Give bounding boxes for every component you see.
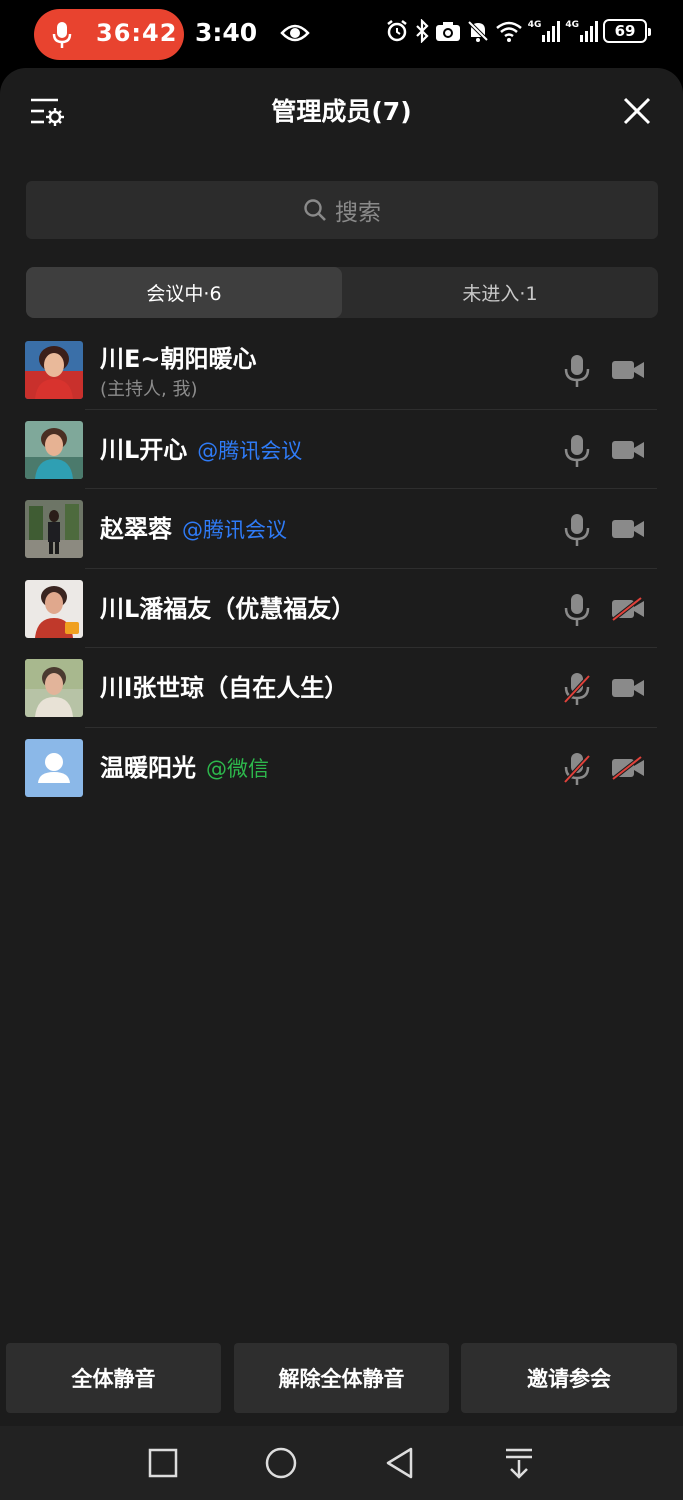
member-name: 川E~朝阳暖心 (100, 345, 257, 373)
wifi-icon (495, 21, 522, 42)
member-name: 川l张世琼（自在人生） (100, 674, 349, 702)
video-camera-icon[interactable] (611, 438, 645, 462)
mute-notification-icon (467, 20, 489, 42)
video-camera-off-icon[interactable] (611, 755, 645, 780)
member-list: 川E~朝阳暖心 (主持人, 我) 川L开心 @腾讯会议 赵翠蓉 @腾讯会议 川L… (0, 330, 683, 807)
system-icons: 4G 4G 69 (385, 19, 651, 43)
member-name: 温暖阳光 (100, 753, 196, 782)
member-management-sheet: 管理成员(7) 搜索 会议中·6 未进入·1 川E~朝阳暖心 (主持人, 我) … (0, 68, 683, 1500)
video-camera-icon[interactable] (611, 517, 645, 541)
search-icon (304, 199, 326, 221)
mute-all-button[interactable]: 全体静音 (6, 1343, 221, 1413)
close-icon[interactable] (620, 94, 654, 128)
member-row[interactable]: 川L潘福友（优慧福友） (0, 569, 683, 648)
status-bar: 36:42 3:40 4G 4G 69 (0, 0, 683, 68)
back-icon[interactable] (384, 1446, 416, 1480)
member-name-line: 川E~朝阳暖心 (100, 339, 257, 374)
avatar (25, 341, 83, 399)
member-name: 川L潘福友（优慧福友） (100, 594, 356, 623)
video-camera-icon[interactable] (611, 358, 645, 382)
recents-icon[interactable] (148, 1446, 178, 1480)
system-nav-bar (0, 1426, 683, 1500)
default-user-icon (25, 738, 83, 797)
microphone-muted-icon[interactable] (563, 752, 591, 786)
tab-not-joined[interactable]: 未进入·1 (342, 267, 658, 318)
microphone-icon (52, 22, 72, 48)
member-row[interactable]: 川l张世琼（自在人生） (0, 648, 683, 728)
member-source-tag: @微信 (206, 756, 269, 781)
call-timer: 36:42 (96, 19, 178, 47)
alarm-icon (386, 20, 407, 42)
microphone-icon[interactable] (563, 434, 591, 468)
search-input[interactable]: 搜索 (26, 181, 658, 239)
avatar (25, 420, 83, 479)
notification-shade-icon[interactable] (504, 1446, 534, 1480)
search-placeholder: 搜索 (335, 200, 381, 226)
eye-icon (280, 24, 310, 42)
member-role: (主持人, 我) (100, 379, 198, 400)
battery-indicator: 69 (603, 19, 651, 43)
avatar (25, 500, 83, 558)
member-row[interactable]: 赵翠蓉 @腾讯会议 (0, 489, 683, 569)
signal-icon (542, 21, 561, 42)
invite-button[interactable]: 邀请参会 (461, 1343, 677, 1413)
member-name: 川L开心 (100, 435, 188, 464)
member-row[interactable]: 川L开心 @腾讯会议 (0, 410, 683, 489)
video-camera-off-icon[interactable] (611, 596, 645, 621)
member-name-line: 川L开心 @腾讯会议 (100, 430, 302, 465)
signal-icon (580, 21, 598, 42)
microphone-icon[interactable] (563, 513, 591, 547)
member-source-tag: @腾讯会议 (197, 438, 303, 463)
microphone-icon[interactable] (563, 354, 591, 388)
member-name-line: 赵翠蓉 @腾讯会议 (100, 509, 287, 544)
member-name: 赵翠蓉 (100, 515, 172, 543)
avatar (25, 579, 83, 638)
microphone-icon[interactable] (563, 593, 591, 627)
bluetooth-icon (415, 19, 429, 43)
video-camera-icon[interactable] (611, 676, 645, 700)
recording-indicator[interactable]: 36:42 (34, 9, 184, 60)
member-row[interactable]: 川E~朝阳暖心 (主持人, 我) (0, 330, 683, 410)
action-bar: 全体静音 解除全体静音 邀请参会 (0, 1330, 683, 1426)
camera-icon (435, 22, 460, 41)
avatar (25, 659, 83, 717)
signal-2: 4G (565, 20, 598, 42)
microphone-muted-icon[interactable] (563, 672, 591, 706)
member-source-tag: @腾讯会议 (182, 518, 287, 542)
clock: 3:40 (195, 18, 258, 47)
member-name-line: 温暖阳光 @微信 (100, 748, 269, 783)
sheet-header: 管理成员(7) (0, 68, 683, 152)
member-row[interactable]: 温暖阳光 @微信 (0, 728, 683, 808)
unmute-all-button[interactable]: 解除全体静音 (234, 1343, 449, 1413)
member-name-line: 川l张世琼（自在人生） (100, 668, 348, 703)
member-name-line: 川L潘福友（优慧福友） (100, 589, 355, 624)
page-title: 管理成员(7) (271, 97, 412, 126)
member-tabs: 会议中·6 未进入·1 (26, 267, 658, 318)
home-icon[interactable] (264, 1446, 298, 1480)
tab-in-meeting[interactable]: 会议中·6 (26, 267, 342, 318)
signal-1: 4G (528, 20, 561, 42)
